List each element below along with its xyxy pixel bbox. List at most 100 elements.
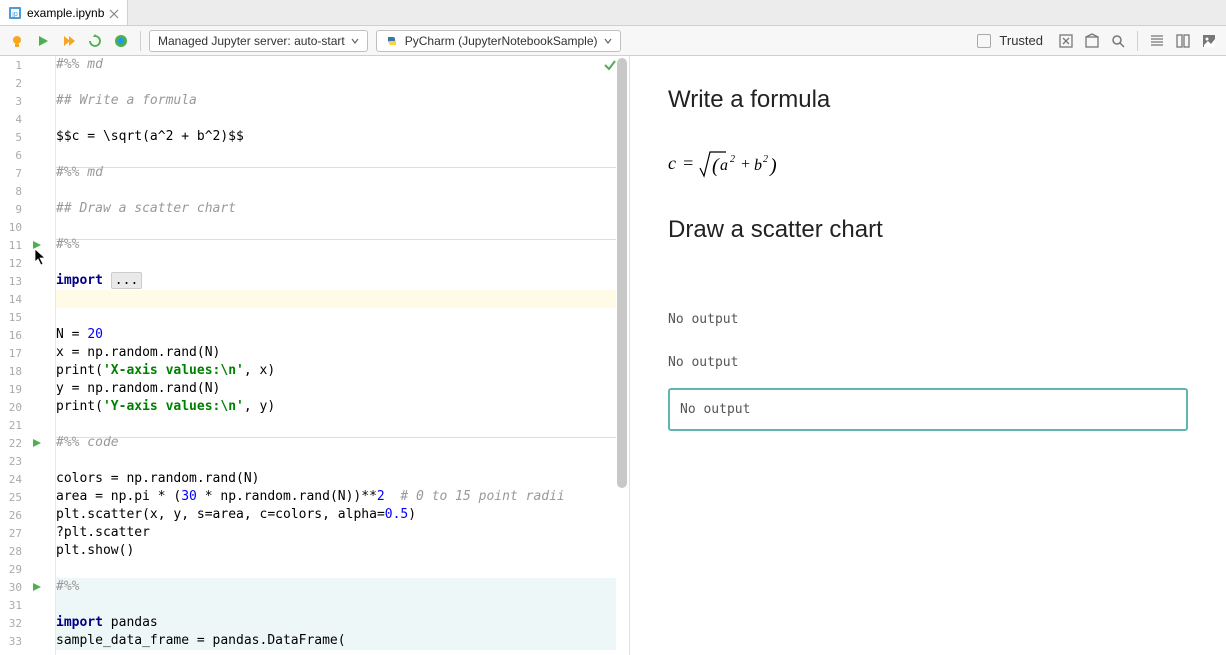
code-line[interactable]: #%% md: [56, 164, 103, 182]
line-number: 32: [0, 617, 26, 630]
gutter-line: 3: [0, 92, 56, 110]
code-line[interactable]: #%%: [56, 578, 616, 596]
gutter-line: 2: [0, 74, 56, 92]
run-cell-icon[interactable]: [32, 581, 44, 593]
svg-text:+: +: [740, 156, 751, 173]
code-line[interactable]: #%%: [56, 236, 79, 254]
svg-text:): ): [769, 155, 777, 177]
line-number: 12: [0, 257, 26, 270]
restart-kernel-button[interactable]: [84, 30, 106, 52]
code-line[interactable]: import ...: [56, 272, 142, 290]
bulb-icon[interactable]: [6, 30, 28, 52]
code-line[interactable]: ## Write a formula: [56, 92, 197, 110]
svg-text:a: a: [720, 157, 728, 174]
gutter-line: 18: [0, 362, 56, 380]
cell-separator: [56, 239, 616, 240]
gutter-line: 10: [0, 218, 56, 236]
line-number: 28: [0, 545, 26, 558]
code-line[interactable]: ?plt.scatter: [56, 524, 150, 542]
code-line[interactable]: #%% code: [56, 434, 119, 452]
line-number: 27: [0, 527, 26, 540]
view-preview-button[interactable]: [1198, 30, 1220, 52]
line-number: 10: [0, 221, 26, 234]
gutter-line: 4: [0, 110, 56, 128]
output-text: No output: [680, 402, 1176, 417]
code-line[interactable]: N = 20: [56, 326, 103, 344]
line-number: 24: [0, 473, 26, 486]
code-line[interactable]: y = np.random.rand(N): [56, 380, 220, 398]
code-line[interactable]: print('X-axis values:\n', x): [56, 362, 275, 380]
check-icon: [603, 58, 617, 75]
chevron-down-icon: [604, 37, 612, 45]
code-line[interactable]: area = np.pi * (30 * np.random.rand(N))*…: [56, 488, 565, 506]
gutter-line: 22: [0, 434, 56, 452]
code-line[interactable]: $$c = \sqrt(a^2 + b^2)$$: [56, 128, 244, 146]
svg-text:c: c: [668, 153, 676, 173]
gutter-line: 26: [0, 506, 56, 524]
code-line[interactable]: colors = np.random.rand(N): [56, 470, 260, 488]
code-line[interactable]: print('Y-axis values:\n', y): [56, 398, 275, 416]
view-split-button[interactable]: [1172, 30, 1194, 52]
gutter-line: 27: [0, 524, 56, 542]
code-line[interactable]: sample_data_frame = pandas.DataFrame(: [56, 632, 616, 650]
variables-button[interactable]: [110, 30, 132, 52]
gutter-line: 11: [0, 236, 56, 254]
preview-pane: Write a formula c = ( a 2 + b 2 ) Draw a…: [630, 56, 1226, 655]
line-number: 3: [0, 95, 26, 108]
scrollbar-thumb[interactable]: [617, 58, 627, 488]
close-tab-icon[interactable]: [109, 8, 119, 18]
gutter-line: 31: [0, 596, 56, 614]
view-list-button[interactable]: [1146, 30, 1168, 52]
code-line[interactable]: plt.show(): [56, 542, 134, 560]
code-line[interactable]: import pandas: [56, 614, 616, 632]
code-area[interactable]: #%% md ## Write a formula $$c = \sqrt(a^2 …: [56, 56, 629, 655]
notebook-file-icon: jp: [8, 6, 22, 20]
gutter-line: 32: [0, 614, 56, 632]
line-number: 20: [0, 401, 26, 414]
gutter-line: 28: [0, 542, 56, 560]
run-cell-button[interactable]: [32, 30, 54, 52]
server-dropdown[interactable]: Managed Jupyter server: auto-start: [149, 30, 368, 52]
svg-text:jp: jp: [11, 11, 18, 18]
cell-separator: [56, 167, 616, 168]
run-cell-icon[interactable]: [32, 437, 44, 449]
code-line[interactable]: #%% md: [56, 56, 103, 74]
gutter-line: 7: [0, 164, 56, 182]
run-all-button[interactable]: [58, 30, 80, 52]
chevron-down-icon: [351, 37, 359, 45]
gutter: 1234567891011121314151617181920212223242…: [0, 56, 56, 655]
gutter-line: 1: [0, 56, 56, 74]
gutter-line: 24: [0, 470, 56, 488]
inspect-button[interactable]: [1107, 30, 1129, 52]
line-number: 26: [0, 509, 26, 522]
trusted-checkbox[interactable]: [977, 34, 991, 48]
code-line[interactable]: [56, 290, 616, 308]
trusted-label: Trusted: [999, 33, 1043, 48]
line-number: 11: [0, 239, 26, 252]
run-cell-icon[interactable]: [32, 239, 44, 251]
line-number: 31: [0, 599, 26, 612]
file-tab[interactable]: jp example.ipynb: [0, 0, 128, 25]
line-number: 1: [0, 59, 26, 72]
line-number: 17: [0, 347, 26, 360]
code-line[interactable]: plt.scatter(x, y, s=area, c=colors, alph…: [56, 506, 416, 524]
svg-text:=: =: [682, 153, 694, 173]
gutter-line: 19: [0, 380, 56, 398]
gutter-line: 6: [0, 146, 56, 164]
line-number: 29: [0, 563, 26, 576]
code-line[interactable]: ## Draw a scatter chart: [56, 200, 236, 218]
code-line[interactable]: [56, 596, 616, 614]
code-line[interactable]: x = np.random.rand(N): [56, 344, 220, 362]
svg-text:2: 2: [730, 154, 735, 165]
gutter-line: 30: [0, 578, 56, 596]
gutter-line: 5: [0, 128, 56, 146]
code-editor[interactable]: 1234567891011121314151617181920212223242…: [0, 56, 630, 655]
line-number: 13: [0, 275, 26, 288]
selected-output-cell[interactable]: No output: [668, 388, 1188, 431]
interpreter-label: PyCharm (JupyterNotebookSample): [405, 34, 598, 48]
tab-filename: example.ipynb: [27, 6, 104, 20]
toggle-output-button[interactable]: [1055, 30, 1077, 52]
interpreter-dropdown[interactable]: PyCharm (JupyterNotebookSample): [376, 30, 621, 52]
clear-output-button[interactable]: [1081, 30, 1103, 52]
preview-heading-scatter: Draw a scatter chart: [668, 216, 1188, 244]
